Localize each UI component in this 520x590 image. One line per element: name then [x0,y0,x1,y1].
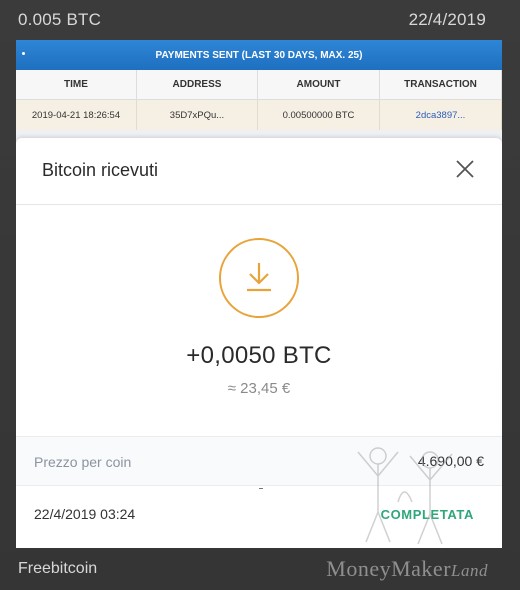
download-arrow-icon [247,263,271,292]
dialog-title: Bitcoin ricevuti [42,160,159,180]
close-icon [456,160,474,178]
caption-date: 22/4/2019 [408,10,486,29]
photo-frame: 0.005 BTC 22/4/2019 PAYMENTS SENT (LAST … [0,0,520,590]
cell-address: 35D7xPQu... [137,100,258,130]
download-badge [219,238,299,318]
payments-sent-table: PAYMENTS SENT (LAST 30 DAYS, MAX. 25) TI… [16,40,502,130]
brand-logo: MoneyMakerLand [326,556,488,582]
header-dot [22,52,25,55]
price-label: Prezzo per coin [34,454,132,470]
caption-source: Freebitcoin [18,560,98,577]
watermark-figures-icon [357,447,453,545]
table-title: PAYMENTS SENT (LAST 30 DAYS, MAX. 25) [155,49,363,61]
column-time: TIME [16,70,137,100]
cell-transaction-link[interactable]: 2dca3897... [380,100,502,130]
divider-mark [259,488,263,489]
close-button[interactable] [450,154,480,184]
received-amount: +0,0050 BTC [186,342,332,369]
cell-time: 2019-04-21 18:26:54 [16,100,137,130]
column-address: ADDRESS [137,70,258,100]
table-header: PAYMENTS SENT (LAST 30 DAYS, MAX. 25) [16,40,502,70]
transaction-date: 22/4/2019 03:24 [34,506,136,522]
screenshot-area: PAYMENTS SENT (LAST 30 DAYS, MAX. 25) TI… [16,40,502,548]
table-columns: TIME ADDRESS AMOUNT TRANSACTION [16,70,502,100]
divider [16,204,502,205]
table-row: 2019-04-21 18:26:54 35D7xPQu... 0.005000… [16,100,502,130]
caption-amount: 0.005 BTC [18,10,102,29]
fiat-equivalent: ≈ 23,45 € [227,380,291,397]
column-transaction: TRANSACTION [380,70,502,100]
cell-amount: 0.00500000 BTC [258,100,380,130]
brand-sub: Land [451,561,488,580]
brand-main: MoneyMaker [326,556,452,581]
column-amount: AMOUNT [258,70,380,100]
